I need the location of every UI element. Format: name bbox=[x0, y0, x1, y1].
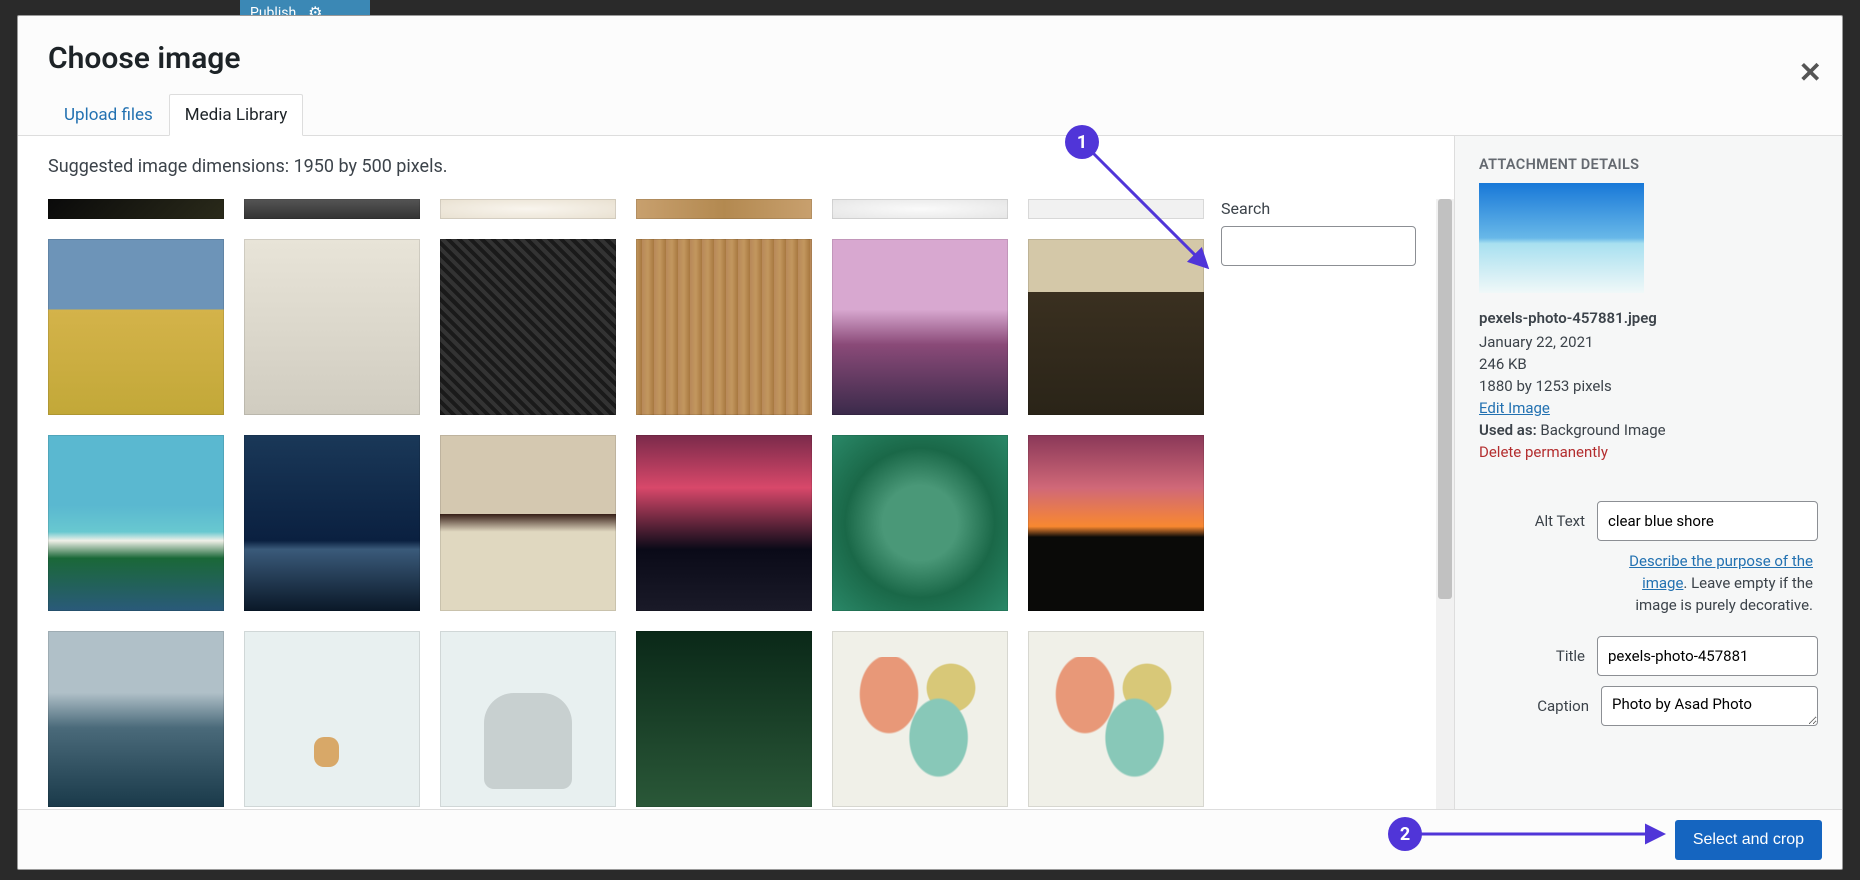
used-as: Used as: Background Image bbox=[1479, 421, 1818, 439]
attachment-dimensions: 1880 by 1253 pixels bbox=[1479, 377, 1818, 395]
modal-header: Choose image ✕ bbox=[18, 16, 1842, 94]
suggested-dimensions: Suggested image dimensions: 1950 by 500 … bbox=[48, 156, 1454, 177]
media-thumb[interactable] bbox=[244, 435, 420, 611]
modal-body: Suggested image dimensions: 1950 by 500 … bbox=[18, 136, 1842, 809]
select-and-crop-button[interactable]: Select and crop bbox=[1675, 820, 1822, 860]
annotation-badge-1: 1 bbox=[1065, 125, 1099, 159]
tabs: Upload files Media Library bbox=[18, 94, 1842, 136]
media-thumb[interactable] bbox=[1028, 199, 1204, 219]
media-thumb[interactable] bbox=[636, 239, 812, 415]
media-thumb[interactable] bbox=[636, 435, 812, 611]
alt-help-text: Describe the purpose of the image. Leave… bbox=[1601, 551, 1818, 616]
modal-title: Choose image bbox=[48, 41, 1817, 76]
attachment-size: 246 KB bbox=[1479, 355, 1818, 373]
caption-label: Caption bbox=[1479, 697, 1589, 715]
media-thumb[interactable] bbox=[440, 435, 616, 611]
media-grid-scroll[interactable]: ✓ bbox=[48, 199, 1211, 809]
caption-input[interactable]: Photo by Asad Photo bbox=[1601, 686, 1818, 726]
attachment-form: Alt Text Describe the purpose of the ima… bbox=[1479, 496, 1818, 726]
grid-row: ✓ bbox=[48, 199, 1454, 809]
attachment-preview bbox=[1479, 183, 1644, 293]
media-thumb[interactable] bbox=[244, 239, 420, 415]
used-as-label: Used as: bbox=[1479, 421, 1537, 439]
modal-toolbar: Select and crop bbox=[18, 809, 1842, 869]
alt-text-label: Alt Text bbox=[1479, 512, 1585, 530]
media-thumb[interactable] bbox=[832, 239, 1008, 415]
media-thumb[interactable] bbox=[1028, 631, 1204, 807]
title-input[interactable] bbox=[1597, 636, 1818, 676]
media-thumb[interactable] bbox=[48, 435, 224, 611]
search-column: Search bbox=[1211, 199, 1436, 809]
title-field-label: Title bbox=[1479, 647, 1585, 665]
attachment-sidebar: ATTACHMENT DETAILS pexels-photo-457881.j… bbox=[1454, 136, 1842, 809]
media-thumb[interactable] bbox=[48, 199, 224, 219]
media-thumb[interactable] bbox=[440, 239, 616, 415]
used-as-value: Background Image bbox=[1540, 421, 1665, 439]
media-thumb[interactable] bbox=[440, 631, 616, 807]
media-thumb[interactable] bbox=[244, 199, 420, 219]
scrollbar-thumb[interactable] bbox=[1438, 199, 1452, 599]
delete-permanently-link[interactable]: Delete permanently bbox=[1479, 443, 1818, 461]
media-thumb[interactable] bbox=[832, 631, 1008, 807]
attachment-filename: pexels-photo-457881.jpeg bbox=[1479, 309, 1818, 327]
media-thumb[interactable] bbox=[440, 199, 616, 219]
media-thumb[interactable] bbox=[1028, 239, 1204, 415]
alt-text-input[interactable] bbox=[1597, 501, 1818, 541]
media-thumb[interactable] bbox=[636, 199, 812, 219]
close-icon[interactable]: ✕ bbox=[1799, 56, 1822, 89]
tab-media-library[interactable]: Media Library bbox=[169, 94, 304, 136]
main-column: Suggested image dimensions: 1950 by 500 … bbox=[18, 136, 1454, 809]
tab-upload-files[interactable]: Upload files bbox=[48, 94, 169, 136]
attachment-details-header: ATTACHMENT DETAILS bbox=[1479, 156, 1818, 173]
edit-image-link[interactable]: Edit Image bbox=[1479, 399, 1550, 417]
search-label: Search bbox=[1221, 199, 1416, 218]
annotation-badge-2: 2 bbox=[1388, 817, 1422, 851]
media-grid: ✓ bbox=[48, 199, 1203, 807]
media-thumb[interactable] bbox=[48, 239, 224, 415]
media-thumb[interactable] bbox=[636, 631, 812, 807]
media-thumb[interactable] bbox=[832, 435, 1008, 611]
grid-scrollbar[interactable] bbox=[1436, 199, 1454, 809]
media-thumb[interactable] bbox=[244, 631, 420, 807]
media-thumb[interactable] bbox=[1028, 435, 1204, 611]
choose-image-modal: Choose image ✕ Upload files Media Librar… bbox=[17, 15, 1843, 870]
media-thumb[interactable] bbox=[832, 199, 1008, 219]
attachment-date: January 22, 2021 bbox=[1479, 333, 1818, 351]
search-input[interactable] bbox=[1221, 226, 1416, 266]
media-thumb[interactable] bbox=[48, 631, 224, 807]
